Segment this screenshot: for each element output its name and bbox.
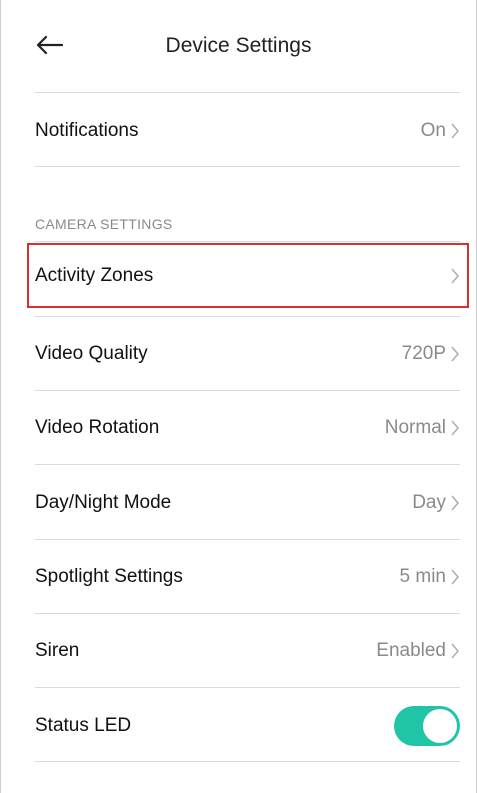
notifications-label: Notifications bbox=[35, 120, 139, 141]
video-quality-value-group: 720P bbox=[402, 343, 460, 365]
spotlight-settings-value-group: 5 min bbox=[400, 566, 460, 588]
divider bbox=[35, 761, 460, 762]
video-rotation-value-group: Normal bbox=[385, 417, 460, 439]
activity-zones-row[interactable]: Activity Zones bbox=[35, 244, 460, 308]
chevron-right-icon bbox=[451, 420, 460, 436]
activity-zones-value-group bbox=[446, 267, 460, 285]
siren-value: Enabled bbox=[376, 640, 446, 661]
divider bbox=[35, 390, 460, 391]
divider bbox=[35, 464, 460, 465]
chevron-right-icon bbox=[451, 495, 460, 511]
divider bbox=[35, 92, 460, 93]
chevron-right-icon bbox=[451, 569, 460, 585]
video-rotation-label: Video Rotation bbox=[35, 417, 160, 438]
notifications-value-group: On bbox=[421, 120, 460, 142]
divider bbox=[35, 166, 460, 167]
video-rotation-row[interactable]: Video Rotation Normal bbox=[35, 392, 460, 464]
toggle-knob bbox=[423, 709, 457, 743]
spotlight-settings-label: Spotlight Settings bbox=[35, 566, 183, 587]
spotlight-settings-value: 5 min bbox=[399, 566, 446, 587]
divider bbox=[35, 241, 460, 242]
day-night-mode-row[interactable]: Day/Night Mode Day bbox=[35, 467, 460, 539]
chevron-right-icon bbox=[451, 268, 460, 284]
notifications-value: On bbox=[420, 120, 446, 141]
video-rotation-value: Normal bbox=[384, 417, 446, 438]
page-title: Device Settings bbox=[165, 34, 312, 57]
divider bbox=[35, 613, 460, 614]
video-quality-value: 720P bbox=[401, 343, 446, 364]
day-night-mode-value-group: Day bbox=[412, 492, 460, 514]
day-night-mode-label: Day/Night Mode bbox=[35, 492, 172, 513]
siren-value-group: Enabled bbox=[376, 640, 460, 662]
notifications-row[interactable]: Notifications On bbox=[35, 95, 460, 167]
status-led-toggle[interactable] bbox=[394, 706, 460, 746]
divider bbox=[35, 539, 460, 540]
spotlight-settings-row[interactable]: Spotlight Settings 5 min bbox=[35, 541, 460, 613]
siren-row[interactable]: Siren Enabled bbox=[35, 615, 460, 687]
video-quality-label: Video Quality bbox=[35, 343, 148, 364]
video-quality-row[interactable]: Video Quality 720P bbox=[35, 318, 460, 390]
chevron-right-icon bbox=[451, 643, 460, 659]
divider bbox=[35, 316, 460, 317]
chevron-right-icon bbox=[451, 123, 460, 139]
status-led-row: Status LED bbox=[35, 690, 460, 762]
siren-label: Siren bbox=[35, 640, 80, 661]
divider bbox=[35, 687, 460, 688]
device-settings-screen: Device Settings Notifications On CAMERA … bbox=[0, 0, 477, 793]
header: Device Settings bbox=[1, 0, 476, 92]
day-night-mode-value: Day bbox=[412, 492, 446, 513]
chevron-right-icon bbox=[451, 346, 460, 362]
status-led-label: Status LED bbox=[35, 715, 132, 736]
camera-settings-section-label: CAMERA SETTINGS bbox=[35, 216, 173, 232]
activity-zones-label: Activity Zones bbox=[35, 265, 154, 286]
